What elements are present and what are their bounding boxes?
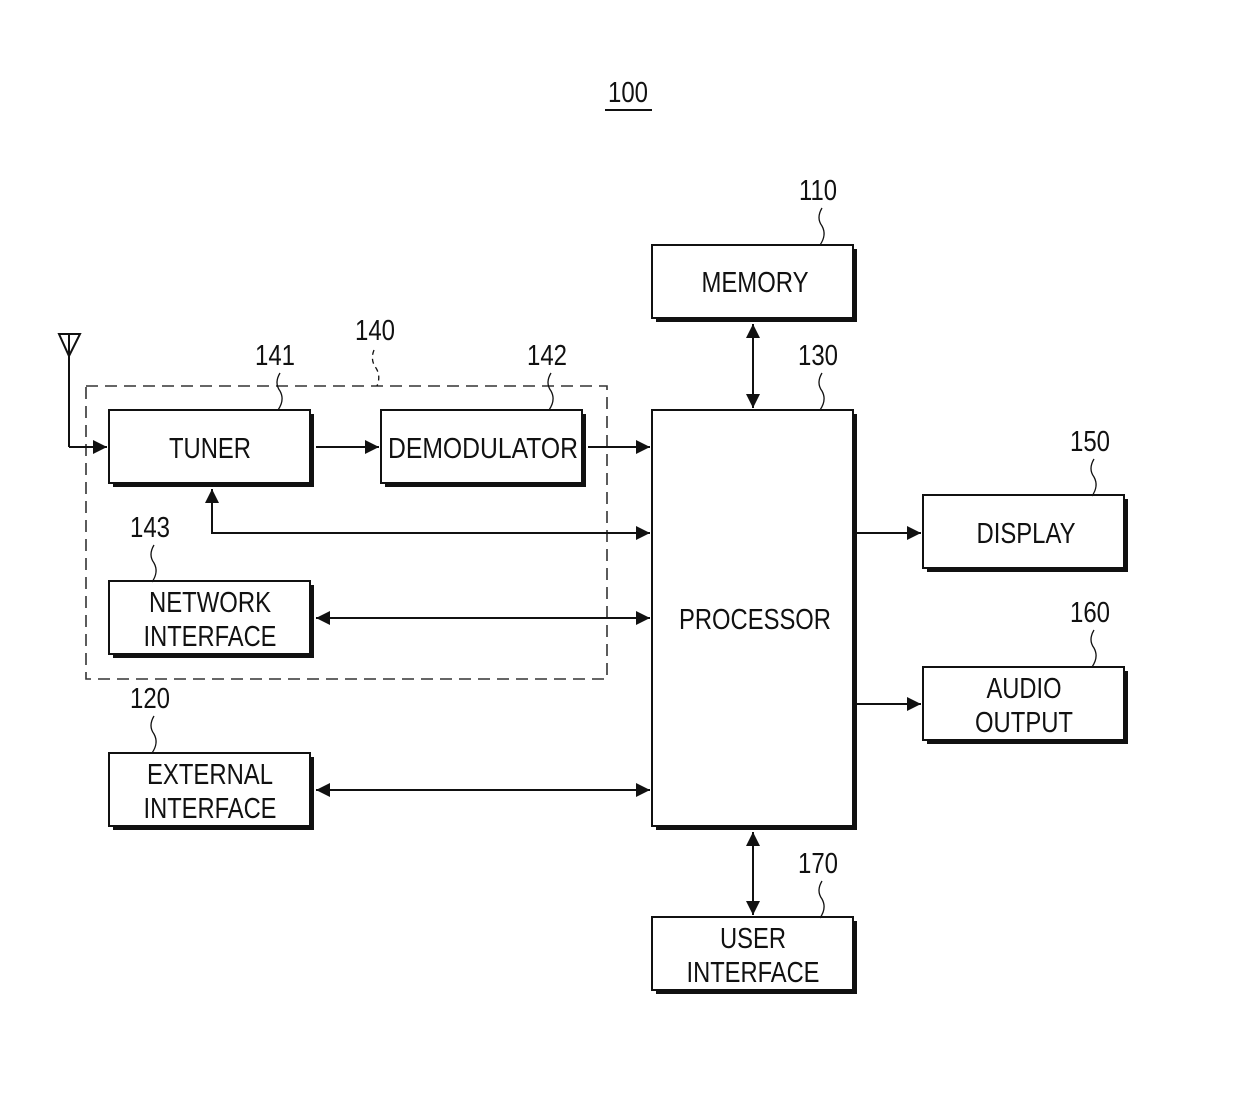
user-interface-block: USER INTERFACE [651, 916, 857, 994]
network-interface-label-line2: INTERFACE [144, 621, 277, 653]
figure-ref-label: 100 [608, 77, 648, 109]
external-interface-label-line2: INTERFACE [144, 793, 277, 825]
display-leader [1090, 458, 1097, 497]
audio-output-label-line1: AUDIO [987, 673, 1062, 705]
external-interface-ref: 120 [130, 683, 170, 715]
network-interface-leader [150, 544, 157, 583]
demodulator-leader [547, 372, 554, 411]
audio-output-ref: 160 [1070, 597, 1110, 629]
network-interface-label-line1: NETWORK [149, 587, 272, 619]
antenna-icon [57, 333, 82, 447]
user-interface-ref: 170 [798, 848, 838, 880]
memory-block: MEMORY [651, 244, 857, 322]
processor-tuner-arrow [205, 489, 650, 540]
processor-block: PROCESSOR [651, 409, 857, 830]
processor-ref: 130 [798, 340, 838, 372]
processor-leader [818, 372, 825, 411]
tuner-ref: 141 [255, 340, 295, 372]
receiver-group-ref: 140 [355, 315, 395, 347]
processor-label: PROCESSOR [679, 604, 831, 636]
tuner-leader [276, 372, 283, 411]
external-interface-leader [150, 715, 157, 754]
external-interface-block: EXTERNAL INTERFACE [108, 752, 314, 830]
receiver-group-leader [371, 349, 380, 387]
network-interface-block: NETWORK INTERFACE [108, 580, 314, 658]
demodulator-label: DEMODULATOR [388, 433, 578, 465]
network-interface-ref: 143 [130, 512, 170, 544]
audio-output-block: AUDIO OUTPUT [922, 666, 1128, 744]
audio-output-label-line2: OUTPUT [975, 707, 1073, 739]
tuner-block: TUNER [108, 409, 314, 487]
external-interface-label-line1: EXTERNAL [147, 759, 273, 791]
display-block: DISPLAY [922, 494, 1128, 572]
memory-ref: 110 [799, 175, 837, 207]
memory-label: MEMORY [702, 267, 809, 299]
user-interface-label-line2: INTERFACE [687, 957, 820, 989]
user-interface-label-line1: USER [720, 923, 786, 955]
block-diagram: 100 140 MEMORY 110 PROCESSOR 130 TUNER 1… [57, 77, 1128, 994]
demodulator-ref: 142 [527, 340, 567, 372]
audio-output-leader [1090, 629, 1097, 668]
demodulator-block: DEMODULATOR [380, 409, 586, 487]
user-interface-leader [818, 880, 825, 919]
display-ref: 150 [1070, 426, 1110, 458]
display-label: DISPLAY [977, 518, 1076, 550]
memory-leader [818, 207, 825, 246]
tuner-label: TUNER [169, 433, 251, 465]
